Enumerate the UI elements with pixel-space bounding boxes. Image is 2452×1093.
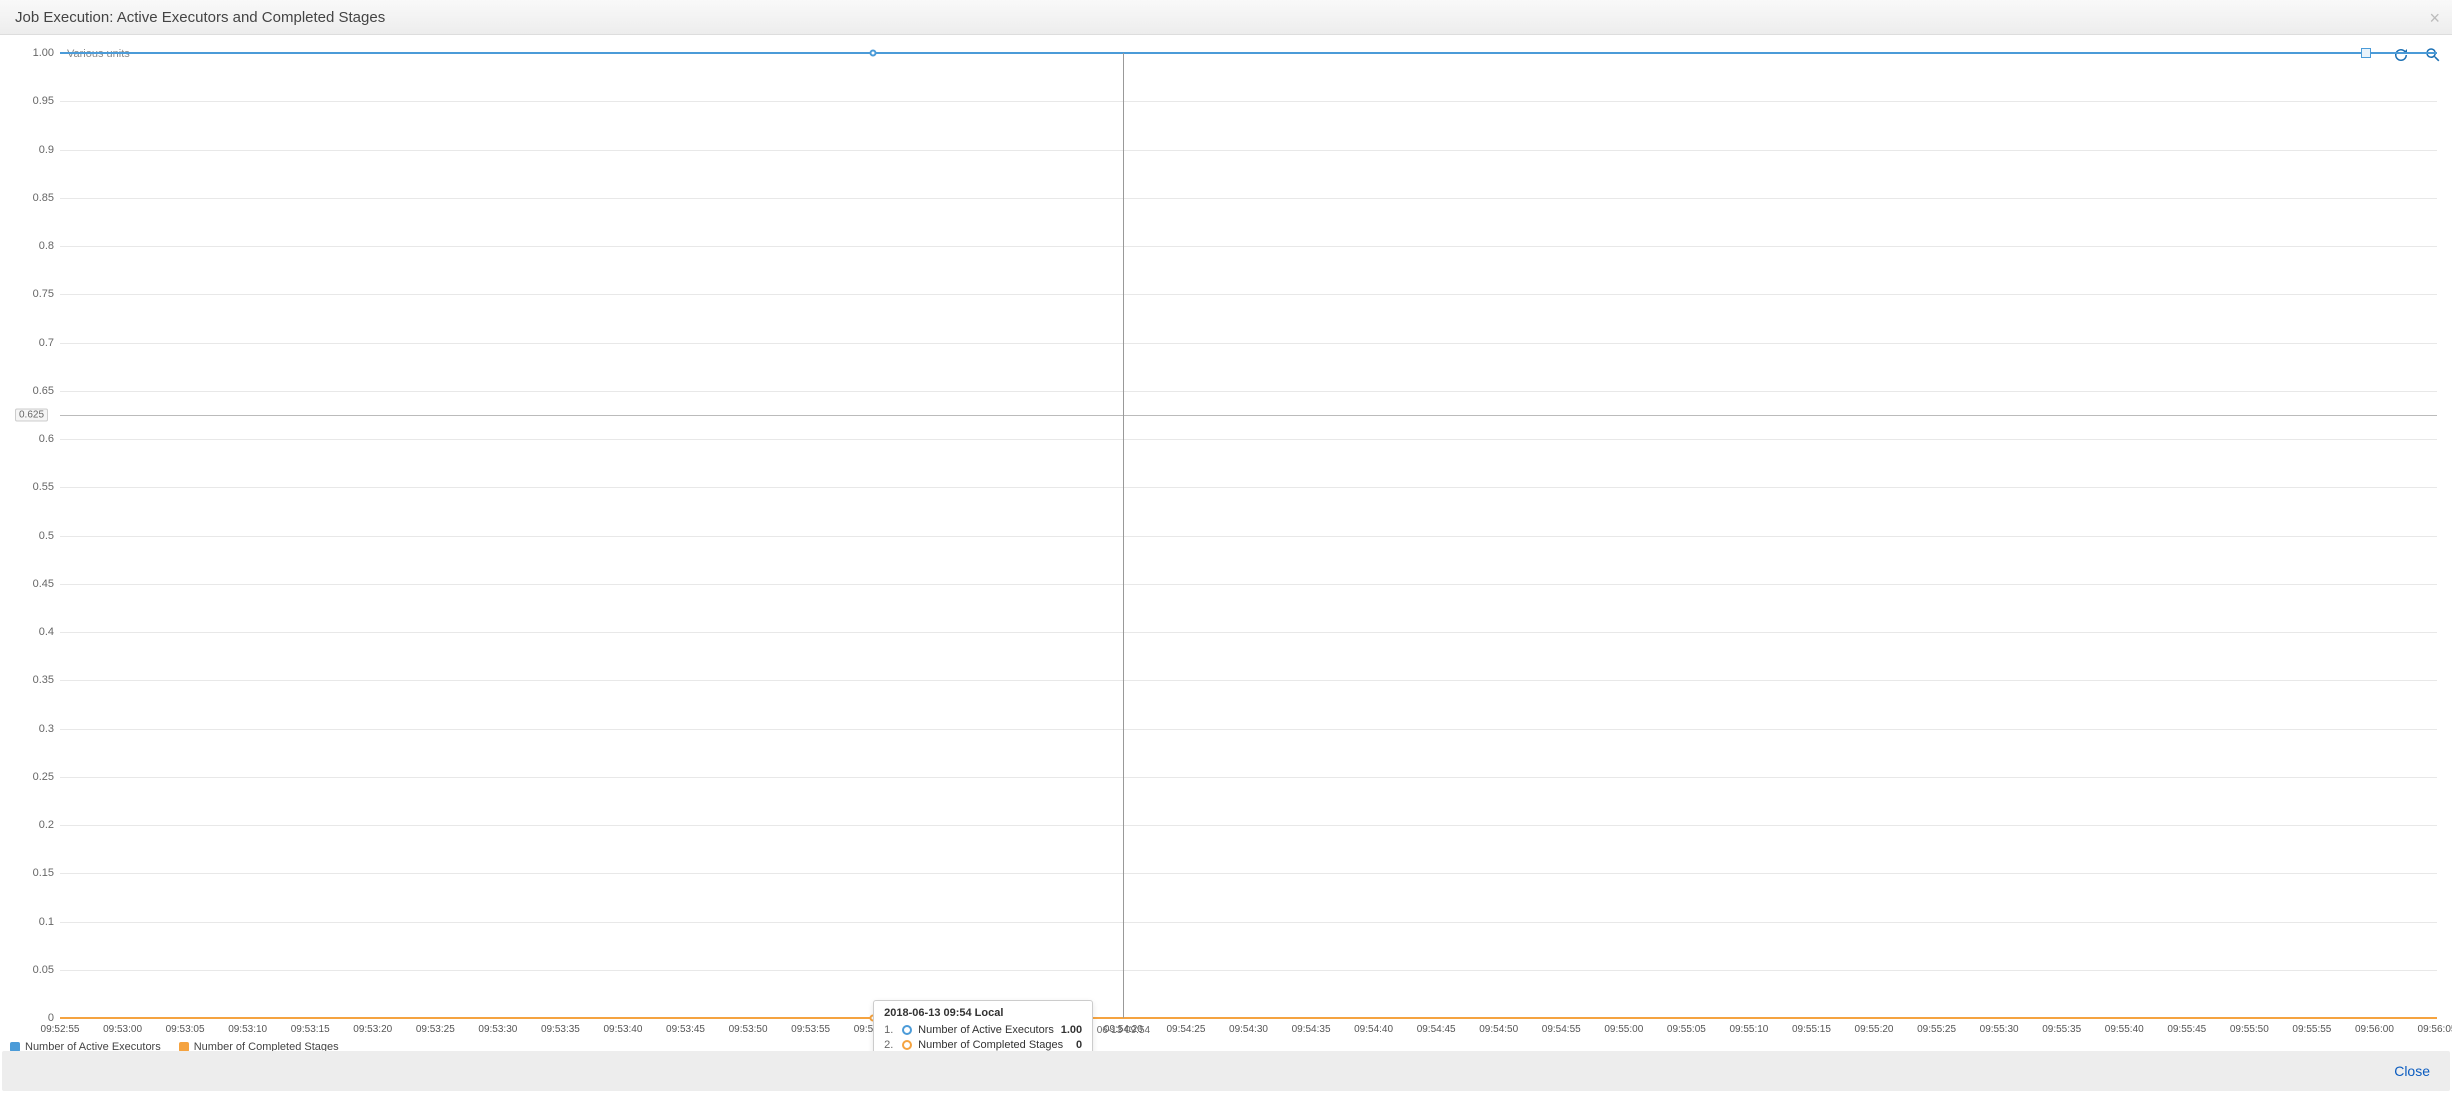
y-tick: 0.8 bbox=[39, 240, 54, 252]
x-tick: 09:55:45 bbox=[2167, 1024, 2206, 1035]
chart-area[interactable]: Various units 00.050.10.150.20.250.30.35… bbox=[5, 48, 2447, 1043]
x-axis: 09:52:5509:53:0009:53:0509:53:1009:53:15… bbox=[60, 1018, 2437, 1043]
x-tick: 09:55:15 bbox=[1792, 1024, 1831, 1035]
x-tick: 09:53:10 bbox=[228, 1024, 267, 1035]
y-tick: 0.9 bbox=[39, 144, 54, 156]
x-tick: 09:55:40 bbox=[2105, 1024, 2144, 1035]
y-tick: 0.1 bbox=[39, 916, 54, 928]
x-tick: 09:55:30 bbox=[1980, 1024, 2019, 1035]
x-tick: 09:55:35 bbox=[2042, 1024, 2081, 1035]
y-tick: 0.95 bbox=[33, 95, 54, 107]
data-point bbox=[870, 50, 877, 57]
x-tick: 09:54:50 bbox=[1479, 1024, 1518, 1035]
x-tick: 09:53:45 bbox=[666, 1024, 705, 1035]
close-icon[interactable]: × bbox=[2429, 8, 2440, 29]
y-tick: 0.2 bbox=[39, 819, 54, 831]
tooltip-row: 2. Number of Completed Stages 0 bbox=[884, 1039, 1082, 1051]
y-tick: 0.7 bbox=[39, 337, 54, 349]
close-button[interactable]: Close bbox=[2394, 1063, 2430, 1079]
chart-cursor bbox=[1123, 53, 1124, 1018]
x-tick: 09:54:35 bbox=[1292, 1024, 1331, 1035]
x-tick: 09:55:25 bbox=[1917, 1024, 1956, 1035]
x-tick: 09:53:00 bbox=[103, 1024, 142, 1035]
y-tick: 0.65 bbox=[33, 385, 54, 397]
x-tick: 09:56:05 bbox=[2418, 1024, 2452, 1035]
end-marker-icon bbox=[2361, 48, 2371, 58]
x-tick: 09:55:10 bbox=[1729, 1024, 1768, 1035]
x-tick: 09:53:20 bbox=[353, 1024, 392, 1035]
y-tick: 0.15 bbox=[33, 867, 54, 879]
page-title: Job Execution: Active Executors and Comp… bbox=[15, 9, 385, 26]
plot-region[interactable]: 06-13 09:54 bbox=[60, 53, 2437, 1018]
y-tick: 0.3 bbox=[39, 723, 54, 735]
y-tick: 0.55 bbox=[33, 481, 54, 493]
x-tick: 09:53:35 bbox=[541, 1024, 580, 1035]
y-tick: 0.45 bbox=[33, 578, 54, 590]
x-tick: 09:55:50 bbox=[2230, 1024, 2269, 1035]
x-tick: 09:55:00 bbox=[1604, 1024, 1643, 1035]
tooltip-title: 2018-06-13 09:54 Local bbox=[884, 1007, 1082, 1019]
x-tick: 09:54:55 bbox=[1542, 1024, 1581, 1035]
x-tick: 09:56:00 bbox=[2355, 1024, 2394, 1035]
y-tick: 0.25 bbox=[33, 771, 54, 783]
x-tick: 09:53:15 bbox=[291, 1024, 330, 1035]
y-tick: 0.05 bbox=[33, 964, 54, 976]
series-marker-icon bbox=[902, 1025, 912, 1035]
y-tick: 0.4 bbox=[39, 626, 54, 638]
y-tick: 0.5 bbox=[39, 530, 54, 542]
tooltip-row: 1. Number of Active Executors 1.00 bbox=[884, 1024, 1082, 1036]
x-tick: 09:53:40 bbox=[604, 1024, 643, 1035]
x-tick: 09:53:30 bbox=[478, 1024, 517, 1035]
x-tick: 09:52:55 bbox=[41, 1024, 80, 1035]
x-tick: 09:55:20 bbox=[1855, 1024, 1894, 1035]
x-tick: 09:54:25 bbox=[1166, 1024, 1205, 1035]
y-tick: 0.85 bbox=[33, 192, 54, 204]
dialog-header: Job Execution: Active Executors and Comp… bbox=[0, 0, 2452, 35]
y-tick: 1.00 bbox=[33, 47, 54, 59]
x-tick: 09:54:40 bbox=[1354, 1024, 1393, 1035]
series-line bbox=[60, 52, 2437, 54]
x-tick: 09:54:20 bbox=[1104, 1024, 1143, 1035]
y-tick: 0.6 bbox=[39, 433, 54, 445]
x-tick: 09:55:05 bbox=[1667, 1024, 1706, 1035]
x-tick: 09:53:55 bbox=[791, 1024, 830, 1035]
y-marker: 0.625 bbox=[15, 408, 48, 421]
x-tick: 09:53:05 bbox=[166, 1024, 205, 1035]
x-tick: 09:53:50 bbox=[729, 1024, 768, 1035]
x-tick: 09:55:55 bbox=[2292, 1024, 2331, 1035]
x-tick: 09:53:25 bbox=[416, 1024, 455, 1035]
x-tick: 09:54:45 bbox=[1417, 1024, 1456, 1035]
y-tick: 0.75 bbox=[33, 288, 54, 300]
y-tick: 0 bbox=[48, 1012, 54, 1024]
y-tick: 0.35 bbox=[33, 674, 54, 686]
dialog-footer: Close bbox=[2, 1051, 2450, 1091]
y-axis: 00.050.10.150.20.250.30.350.40.450.50.55… bbox=[5, 53, 60, 1018]
x-tick: 09:54:30 bbox=[1229, 1024, 1268, 1035]
series-marker-icon bbox=[902, 1040, 912, 1050]
